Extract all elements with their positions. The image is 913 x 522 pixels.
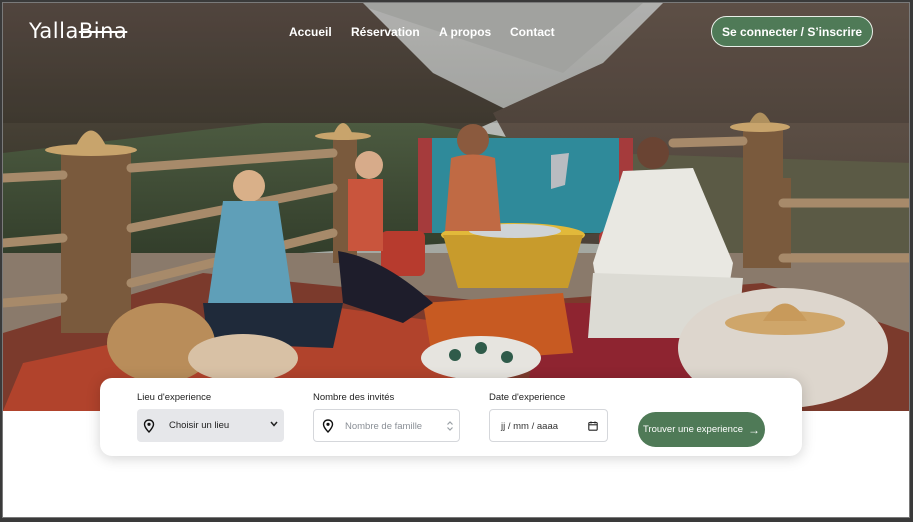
- guests-placeholder: Nombre de famille: [345, 421, 423, 432]
- find-experience-button[interactable]: Trouver une experience →: [638, 412, 765, 447]
- nav-item-contact[interactable]: Contact: [510, 25, 555, 39]
- date-input[interactable]: jj / mm / aaaa: [489, 409, 608, 442]
- hero-photo-illustration: [3, 3, 909, 411]
- find-experience-label: Trouver une experience: [643, 424, 743, 435]
- map-pin-icon: [322, 419, 334, 433]
- nav-item-accueil[interactable]: Accueil: [289, 25, 332, 39]
- browser-viewport: YallaBina Accueil Réservation A propos C…: [2, 2, 910, 518]
- location-select[interactable]: Choisir un lieu: [137, 409, 284, 442]
- nav-item-a-propos[interactable]: A propos: [439, 25, 491, 39]
- location-select-value: Choisir un lieu: [169, 420, 230, 431]
- chevron-down-icon: [270, 421, 278, 427]
- experience-search-form: Lieu d'experience Choisir un lieu Nombre…: [100, 378, 802, 456]
- date-label: Date d'experience: [489, 392, 566, 403]
- guests-label: Nombre des invités: [313, 392, 395, 403]
- arrow-right-icon: →: [747, 422, 760, 437]
- date-placeholder: jj / mm / aaaa: [501, 421, 559, 432]
- guests-input[interactable]: Nombre de famille: [313, 409, 460, 442]
- stepper-icon[interactable]: [446, 420, 454, 432]
- map-pin-icon: [143, 419, 155, 433]
- calendar-icon[interactable]: [588, 421, 598, 431]
- hero-image: YallaBina Accueil Réservation A propos C…: [3, 3, 909, 411]
- login-signup-button[interactable]: Se connecter / S’inscrire: [711, 16, 873, 47]
- location-label: Lieu d'experience: [137, 392, 212, 403]
- nav-item-reservation[interactable]: Réservation: [351, 25, 420, 39]
